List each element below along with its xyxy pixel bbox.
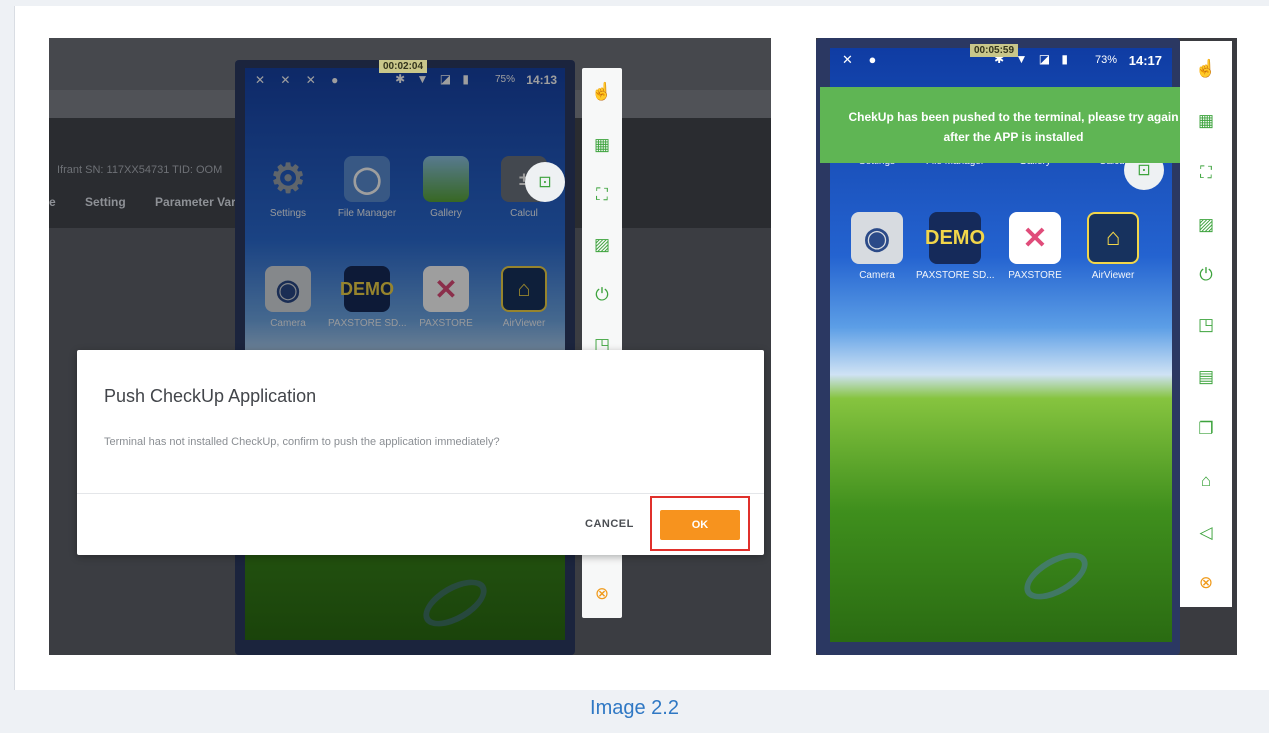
background-info-line: Ifrant SN: 117XX54731 TID: OOM <box>57 164 223 176</box>
dialog-title: Push CheckUp Application <box>104 386 317 406</box>
figure-caption: Image 2.2 <box>590 697 679 719</box>
background-menu-item: Setting <box>85 195 126 209</box>
paxstore-icon: ✕ <box>1009 212 1061 264</box>
power-icon[interactable]: ⏻ <box>1180 265 1232 285</box>
background-menu-item: Parameter Vari <box>155 195 240 209</box>
hand-pointer-icon[interactable]: ☝ <box>582 82 622 102</box>
push-success-toast: ChekUp has been pushed to the terminal, … <box>820 87 1207 163</box>
fullscreen-icon[interactable]: ⛶ <box>582 185 622 205</box>
app-paxstore[interactable]: ✕ PAXSTORE <box>996 212 1074 281</box>
session-timer: 00:05:59 <box>970 44 1019 57</box>
grid-icon[interactable]: ▦ <box>582 135 622 155</box>
app-airviewer[interactable]: ⌂ AirViewer <box>1074 212 1152 281</box>
app-label: PAXSTORE SD... <box>916 270 995 281</box>
grid-icon[interactable]: ▦ <box>1180 111 1232 131</box>
monitor-icon: ⊡ <box>538 174 552 191</box>
remote-float-button[interactable]: ⊡ <box>525 162 565 202</box>
hand-pointer-icon[interactable]: ☝ <box>1180 59 1232 79</box>
clipboard-icon[interactable]: ▤ <box>1180 367 1232 387</box>
session-timer: 00:02:04 <box>379 60 428 73</box>
app-camera[interactable]: ◉ Camera <box>838 212 916 281</box>
background-menu-item: e <box>49 195 56 209</box>
remote-toolbar-right: ☝ ▦ ⛶ ▨ ⏻ ◳ ▤ ❐ ⌂ ◁ ⊗ <box>1180 41 1232 607</box>
close-circle-icon[interactable]: ⊗ <box>1180 573 1232 593</box>
window-icon[interactable]: ❐ <box>1180 419 1232 439</box>
app-label: PAXSTORE <box>1008 270 1062 281</box>
toast-line-1: ChekUp has been pushed to the terminal, … <box>848 110 1179 124</box>
screenshot-icon[interactable]: ▨ <box>1180 215 1232 235</box>
home-icon[interactable]: ⌂ <box>1180 471 1232 491</box>
demo-icon: DEMO <box>925 212 985 264</box>
battery-level: 73% <box>1094 54 1117 66</box>
airviewer-icon: ⌂ <box>1087 212 1139 264</box>
toast-line-2: after the APP is installed <box>943 130 1084 144</box>
power-icon[interactable]: ⏻ <box>582 285 622 305</box>
app-label: AirViewer <box>1091 270 1135 281</box>
close-circle-icon[interactable]: ⊗ <box>582 584 622 604</box>
file-icon[interactable]: ◳ <box>1180 315 1232 335</box>
fullscreen-icon[interactable]: ⛶ <box>1180 163 1232 183</box>
monitor-icon: ⊡ <box>1137 162 1151 179</box>
cancel-button[interactable]: CANCEL <box>585 518 634 530</box>
dialog-divider <box>77 493 764 494</box>
camera-icon: ◉ <box>851 212 903 264</box>
app-label: Camera <box>859 270 895 281</box>
app-paxstore-sdk[interactable]: DEMO PAXSTORE SD... <box>916 212 995 281</box>
left-screenshot: Ifrant SN: 117XX54731 TID: OOM e Setting… <box>49 38 771 655</box>
notification-icons: ✕ ● <box>842 52 883 67</box>
dialog-message: Terminal has not installed CheckUp, conf… <box>104 436 500 448</box>
ok-button[interactable]: OK <box>660 510 740 540</box>
status-time: 14:17 <box>1128 53 1162 68</box>
background-menu: e Setting Parameter Vari <box>49 195 265 209</box>
back-icon[interactable]: ◁ <box>1180 523 1232 543</box>
ok-button-highlight: OK <box>650 496 750 551</box>
screenshot-icon[interactable]: ▨ <box>582 235 622 255</box>
push-checkup-dialog: Push CheckUp Application Terminal has no… <box>77 350 764 555</box>
